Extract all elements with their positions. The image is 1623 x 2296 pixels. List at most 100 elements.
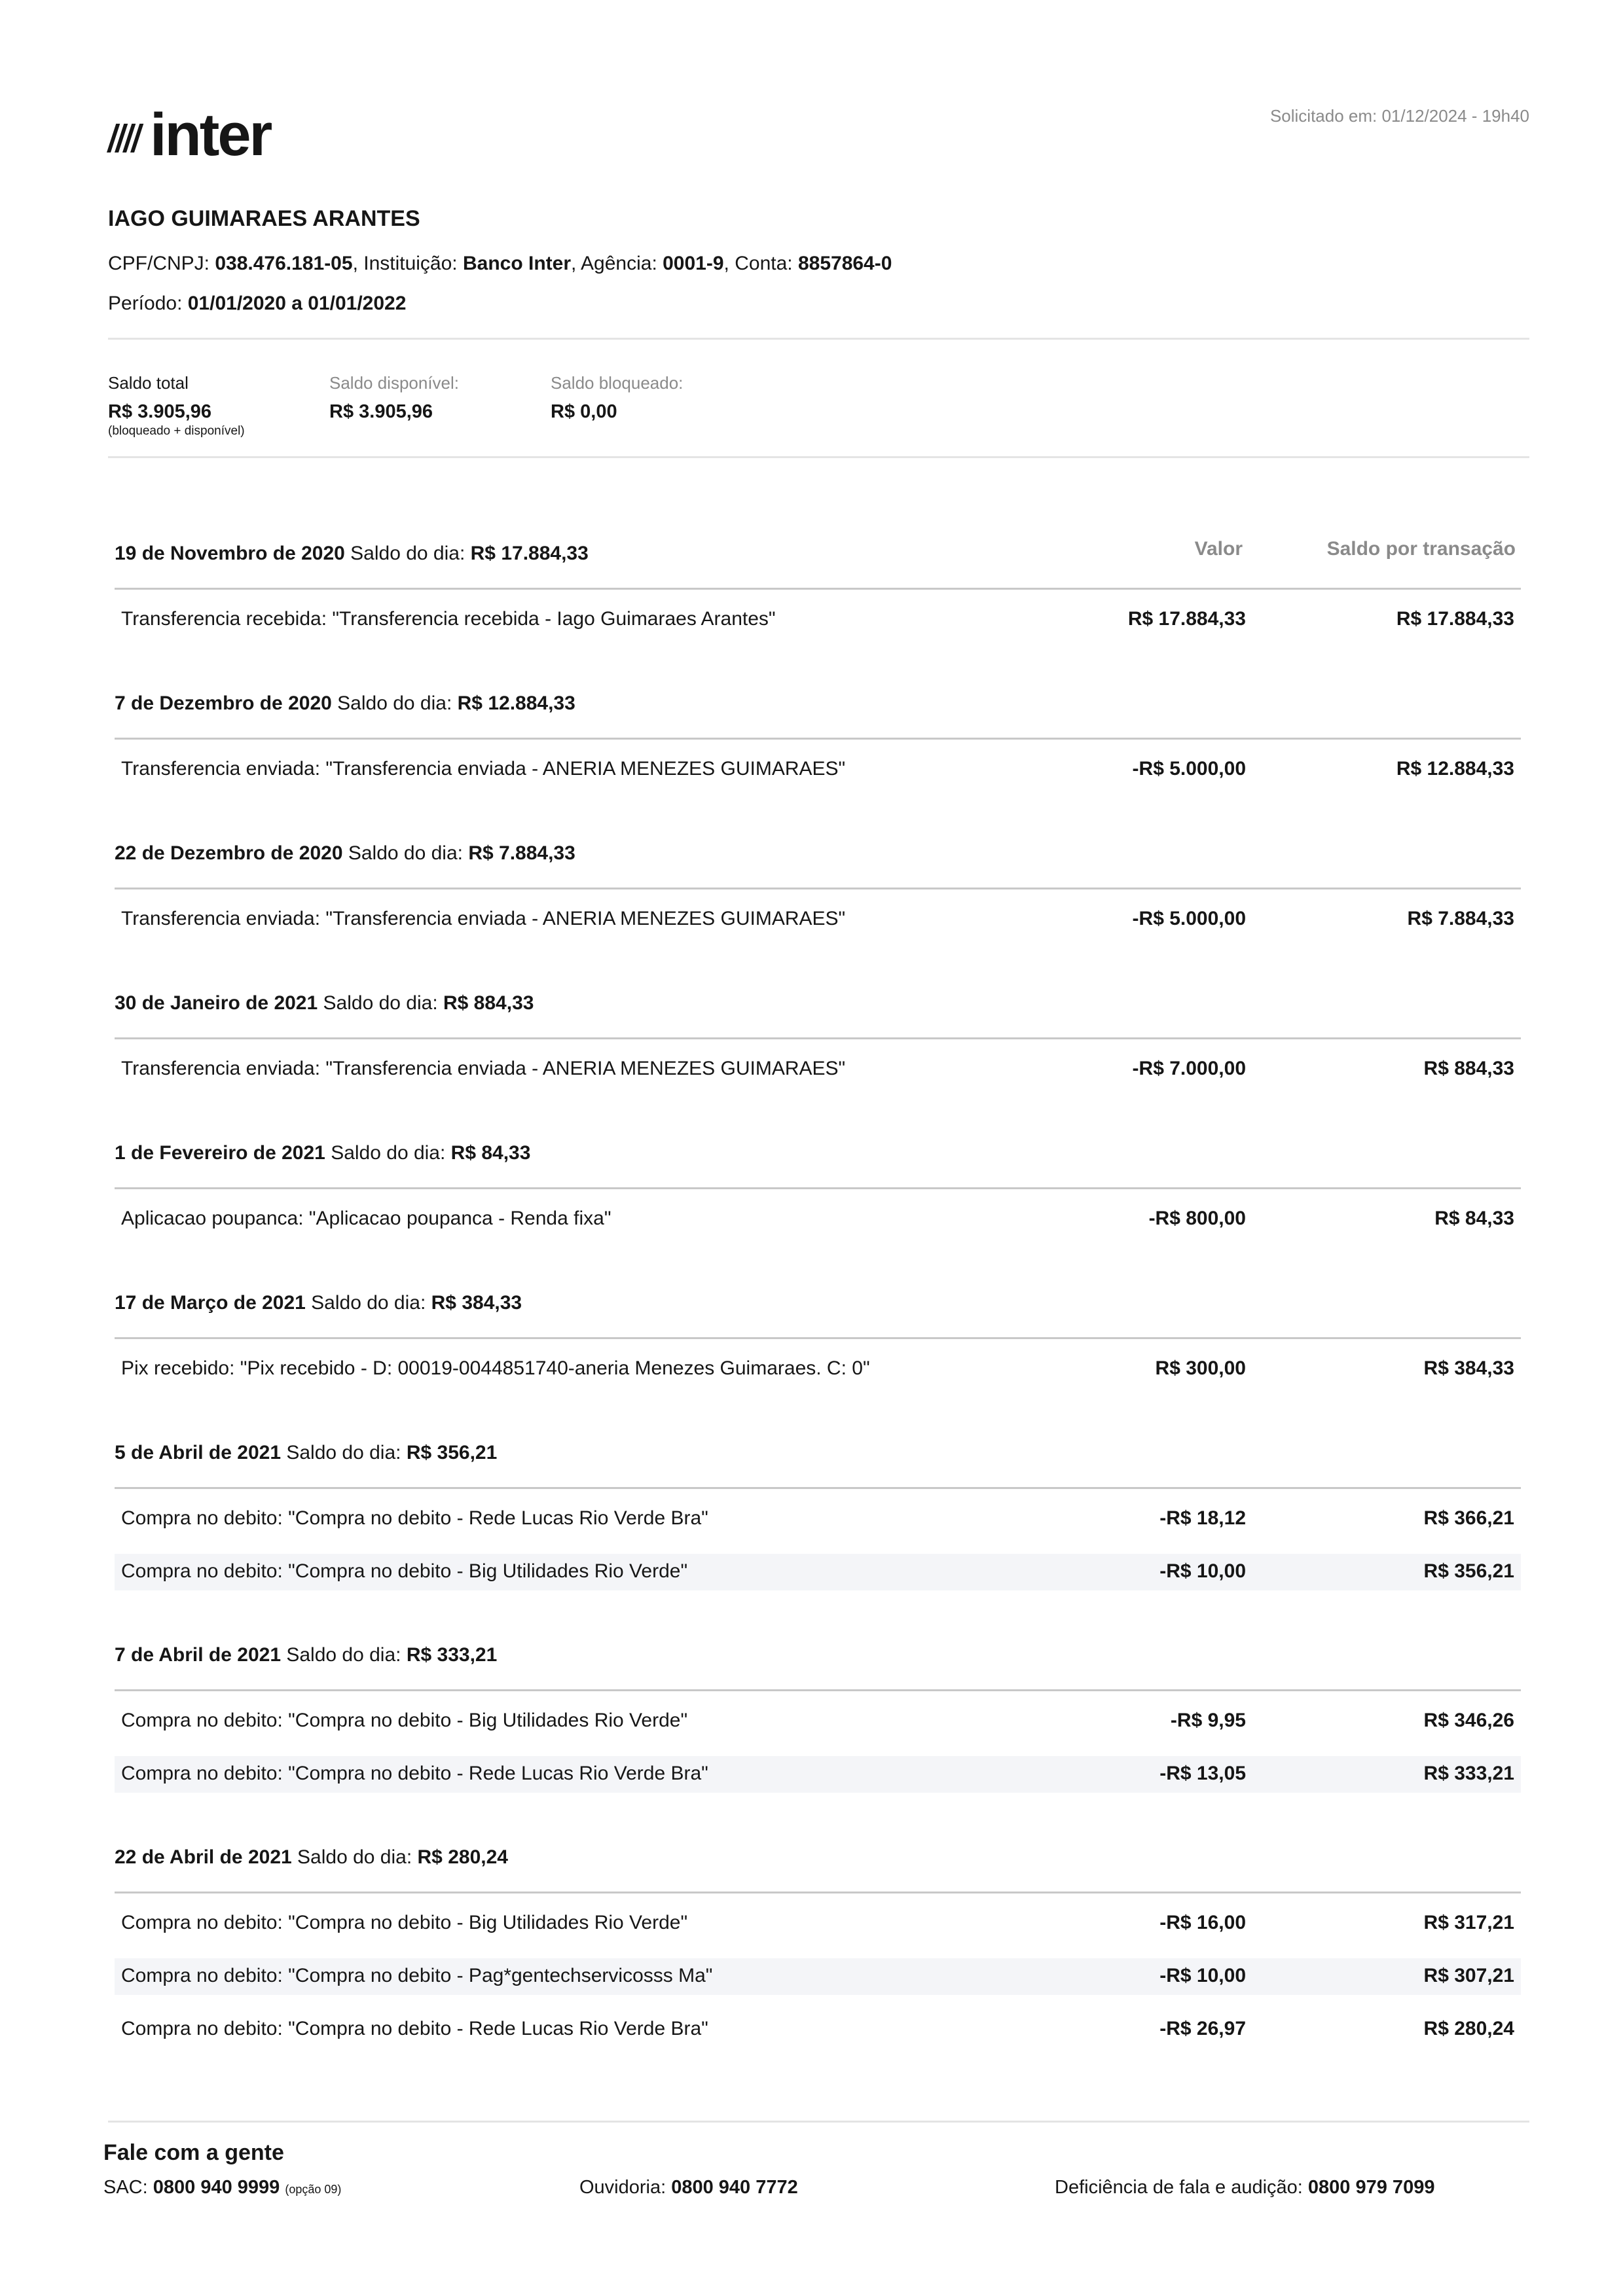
available-balance-label: Saldo disponível: — [329, 373, 460, 393]
deficiencia-label: Deficiência de fala e audição: — [1055, 2177, 1308, 2198]
transaction-value: -R$ 800,00 — [1148, 1208, 1246, 1229]
transaction-balance: R$ 384,33 — [1423, 1357, 1514, 1379]
footer-title: Fale com a gente — [103, 2140, 284, 2165]
day-balance-value: R$ 12.884,33 — [457, 692, 575, 714]
transaction-description: Transferencia enviada: "Transferencia en… — [121, 908, 846, 929]
day-divider — [115, 588, 1521, 590]
transaction-description: Compra no debito: "Compra no debito - Bi… — [121, 1912, 688, 1933]
total-balance-value: R$ 3.905,96 — [108, 401, 212, 422]
transaction-value: -R$ 9,95 — [1170, 1710, 1246, 1731]
day-balance-label: Saldo do dia: — [291, 1846, 418, 1868]
period-value: 01/01/2020 a 01/01/2022 — [187, 293, 407, 314]
transaction-description: Aplicacao poupanca: "Aplicacao poupanca … — [121, 1208, 611, 1229]
day-date: 22 de Dezembro de 2020 — [115, 842, 343, 864]
divider — [108, 2121, 1529, 2123]
transaction-value: -R$ 10,00 — [1159, 1965, 1246, 1986]
period-line: Período: 01/01/2020 a 01/01/2022 — [108, 293, 406, 315]
day-header: 17 de Março de 2021 Saldo do dia: R$ 384… — [115, 1292, 522, 1314]
day-date: 1 de Fevereiro de 2021 — [115, 1142, 325, 1164]
transaction-row: Compra no debito: "Compra no debito - Bi… — [115, 1554, 1521, 1590]
day-balance-value: R$ 280,24 — [417, 1846, 508, 1868]
transaction-value: -R$ 26,97 — [1159, 2018, 1246, 2039]
transaction-description: Compra no debito: "Compra no debito - Bi… — [121, 1560, 688, 1582]
account-holder-name: IAGO GUIMARAES ARANTES — [108, 206, 420, 231]
day-balance-value: R$ 884,33 — [443, 992, 534, 1014]
divider — [108, 338, 1529, 340]
transaction-balance: R$ 307,21 — [1423, 1965, 1514, 1986]
transaction-value: -R$ 5.000,00 — [1132, 908, 1246, 929]
day-balance-label: Saldo do dia: — [344, 543, 471, 564]
day-date: 19 de Novembro de 2020 — [115, 543, 345, 564]
transaction-description: Pix recebido: "Pix recebido - D: 00019-0… — [121, 1357, 870, 1379]
transaction-description: Compra no debito: "Compra no debito - Re… — [121, 1507, 708, 1529]
day-divider — [115, 888, 1521, 889]
deficiencia-contact: Deficiência de fala e audição: 0800 979 … — [1055, 2177, 1434, 2198]
day-balance-label: Saldo do dia: — [281, 1644, 407, 1666]
day-balance-value: R$ 7.884,33 — [468, 842, 575, 864]
day-divider — [115, 1689, 1521, 1691]
day-divider — [115, 1337, 1521, 1339]
brand-name: inter — [150, 101, 272, 168]
sac-contact: SAC: 0800 940 9999 (opção 09) — [103, 2177, 341, 2198]
transaction-description: Compra no debito: "Compra no debito - Re… — [121, 2018, 708, 2039]
agency-value: 0001-9 — [663, 253, 724, 274]
value-column-header: Valor — [1194, 538, 1243, 560]
account-number: 8857864-0 — [797, 253, 892, 274]
institution-value: Banco Inter — [462, 253, 572, 274]
transaction-row: Transferencia enviada: "Transferencia en… — [115, 901, 1521, 938]
balance-column-header: Saldo por transação — [1326, 538, 1516, 560]
transaction-row: Compra no debito: "Compra no debito - Re… — [115, 1501, 1521, 1537]
transaction-balance: R$ 346,26 — [1423, 1710, 1514, 1731]
transaction-value: -R$ 5.000,00 — [1132, 758, 1246, 780]
transaction-balance: R$ 333,21 — [1423, 1763, 1514, 1784]
transaction-balance: R$ 884,33 — [1423, 1058, 1514, 1079]
day-date: 7 de Abril de 2021 — [115, 1644, 282, 1666]
day-balance-label: Saldo do dia: — [342, 842, 469, 864]
day-divider — [115, 1487, 1521, 1489]
institution-label: , Instituição: — [352, 253, 463, 274]
divider — [108, 456, 1529, 458]
total-balance-note: (bloqueado + disponível) — [108, 424, 245, 438]
transaction-balance: R$ 84,33 — [1434, 1208, 1514, 1229]
day-divider — [115, 1187, 1521, 1189]
transaction-row: Compra no debito: "Compra no debito - Bi… — [115, 1905, 1521, 1942]
inter-logo-mark-icon — [107, 124, 144, 152]
day-header: 5 de Abril de 2021 Saldo do dia: R$ 356,… — [115, 1442, 497, 1464]
inter-logo: inter — [107, 101, 272, 168]
day-header: 22 de Dezembro de 2020 Saldo do dia: R$ … — [115, 842, 575, 865]
transaction-row: Compra no debito: "Compra no debito - Bi… — [115, 1703, 1521, 1740]
day-header: 30 de Janeiro de 2021 Saldo do dia: R$ 8… — [115, 992, 534, 1014]
day-balance-value: R$ 333,21 — [406, 1644, 498, 1666]
blocked-balance-label: Saldo bloqueado: — [551, 373, 684, 393]
transaction-balance: R$ 317,21 — [1423, 1912, 1514, 1933]
requested-at: Solicitado em: 01/12/2024 - 19h40 — [1269, 106, 1529, 126]
day-date: 22 de Abril de 2021 — [115, 1846, 292, 1868]
cpf-value: 038.476.181-05 — [215, 253, 353, 274]
day-balance-label: Saldo do dia: — [305, 1292, 431, 1314]
transaction-balance: R$ 7.884,33 — [1407, 908, 1514, 929]
day-header: 22 de Abril de 2021 Saldo do dia: R$ 280… — [115, 1846, 508, 1869]
transaction-row: Transferencia recebida: "Transferencia r… — [115, 601, 1521, 638]
day-date: 17 de Março de 2021 — [115, 1292, 306, 1314]
day-balance-label: Saldo do dia: — [318, 992, 443, 1014]
transaction-value: -R$ 7.000,00 — [1132, 1058, 1246, 1079]
agency-label: , Agência: — [571, 253, 663, 274]
ouvidoria-contact: Ouvidoria: 0800 940 7772 — [579, 2177, 798, 2198]
day-balance-value: R$ 384,33 — [431, 1292, 522, 1314]
transaction-balance: R$ 356,21 — [1423, 1560, 1514, 1582]
transaction-value: -R$ 18,12 — [1159, 1507, 1246, 1529]
day-date: 30 de Janeiro de 2021 — [115, 992, 318, 1014]
available-balance: Saldo disponível: R$ 3.905,96 — [329, 373, 459, 423]
transaction-value: -R$ 10,00 — [1159, 1560, 1246, 1582]
transaction-balance: R$ 280,24 — [1423, 2018, 1514, 2039]
account-label: , Conta: — [723, 253, 798, 274]
day-balance-value: R$ 17.884,33 — [470, 543, 589, 564]
transaction-description: Compra no debito: "Compra no debito - Pa… — [121, 1965, 713, 1986]
day-balance-label: Saldo do dia: — [325, 1142, 451, 1164]
day-divider — [115, 1037, 1521, 1039]
day-divider — [115, 1892, 1521, 1893]
transaction-balance: R$ 17.884,33 — [1396, 608, 1514, 630]
ouvidoria-label: Ouvidoria: — [579, 2177, 672, 2198]
transaction-row: Transferencia enviada: "Transferencia en… — [115, 1051, 1521, 1088]
transaction-balance: R$ 366,21 — [1423, 1507, 1514, 1529]
